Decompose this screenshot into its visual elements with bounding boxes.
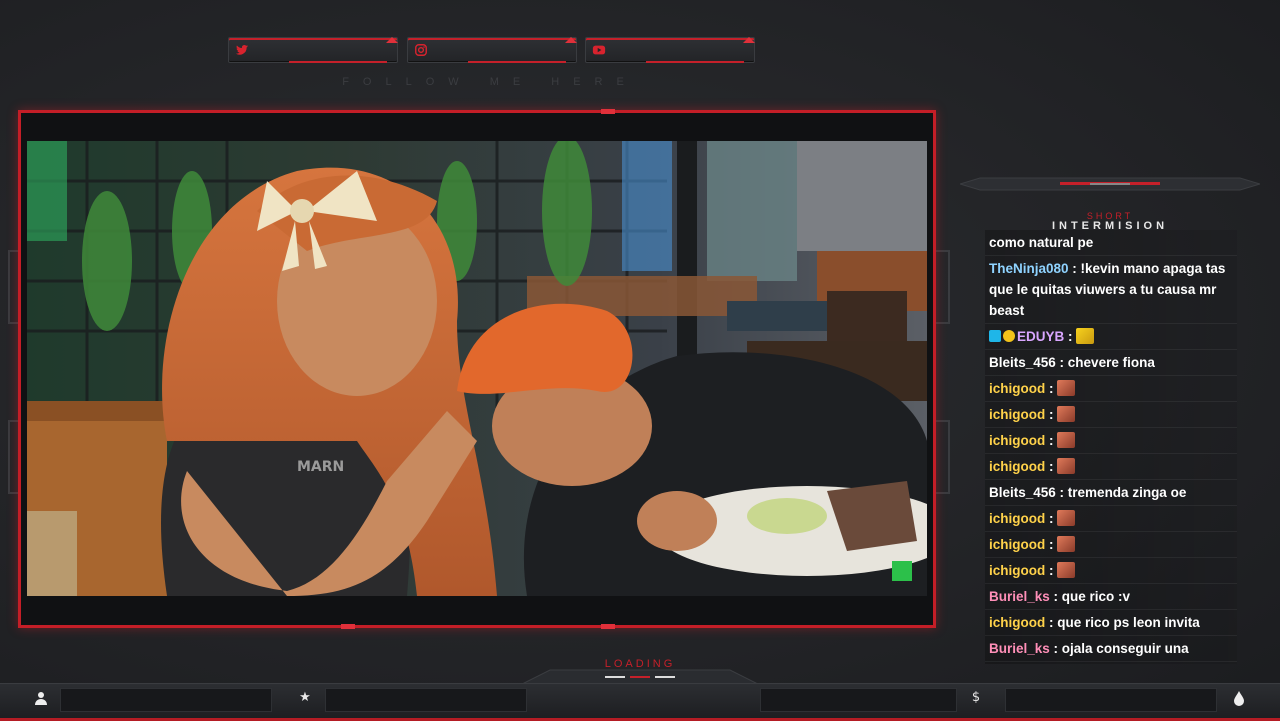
badge-icon [1003,330,1015,342]
drop-icon[interactable] [1231,690,1247,706]
chat-message: ichigood : [985,506,1237,532]
instagram-slot[interactable] [407,37,577,63]
frame-notch [341,624,355,629]
chat-separator: : [1049,589,1062,604]
slot-underline [646,61,744,63]
chat-text: que rico :v [1061,589,1131,604]
right-bracket [936,250,950,324]
chat-message: TheNinja080 : !kevin mano apaga tas que … [985,256,1237,324]
instagram-icon [415,44,427,56]
chat-message: Bleits_456 : a la firme [985,662,1237,664]
chat-text: ojala conseguir una [1061,641,1189,656]
chat-separator: : [1049,641,1062,656]
chat-separator: : [1045,381,1058,396]
chat-username[interactable]: Bleits_456 [989,355,1056,370]
twitter-icon [235,45,249,55]
chat-separator: : [1045,511,1058,526]
chat-username[interactable]: ichigood [989,407,1045,422]
right-bracket [936,420,950,494]
slot-notch [565,37,577,43]
frame-notch [601,624,615,629]
chat-message: EDUYB : [985,324,1237,350]
chat-username[interactable]: ichigood [989,537,1045,552]
chat-message: ichigood : [985,428,1237,454]
video-scene: MARN [27,141,927,596]
chat-text: como natural pe [989,235,1094,250]
chat-separator: : [1045,537,1058,552]
bottom-panel-right [760,688,957,712]
chat-username[interactable]: ichigood [989,459,1045,474]
slot-underline [468,61,566,63]
badge-icon [989,330,1001,342]
chat-panel[interactable]: como natural pe TheNinja080 : !kevin mano… [985,230,1237,664]
chat-message: Buriel_ks : ojala conseguir una [985,636,1237,662]
chat-separator: : [1045,563,1058,578]
chat-separator: : [1064,329,1077,344]
chat-message: ichigood : [985,532,1237,558]
chat-username[interactable]: EDUYB [1017,329,1064,344]
user-icon[interactable] [33,690,49,706]
face-emote [1057,406,1076,422]
chat-separator: : [1068,261,1081,276]
follow-me-label: FOLLOW ME HERE [342,76,638,88]
chat-message: ichigood : [985,376,1237,402]
chat-header-decoration [960,177,1260,191]
chat-message: Bleits_456 : chevere fiona [985,350,1237,376]
slot-underline [289,61,387,63]
chat-message: ichigood : [985,402,1237,428]
chat-message: ichigood : [985,454,1237,480]
chat-message: Buriel_ks : que rico :v [985,584,1237,610]
chat-separator: : [1045,407,1058,422]
chat-separator: : [1055,485,1068,500]
chat-username[interactable]: ichigood [989,563,1045,578]
chat-separator: : [1045,433,1058,448]
chat-username[interactable]: Buriel_ks [989,641,1050,656]
chat-text: chevere fiona [1067,355,1155,370]
bottom-panel-left [60,688,272,712]
video-content[interactable]: MARN [27,141,927,596]
youtube-slot[interactable] [585,37,755,63]
twitter-slot[interactable] [228,37,398,63]
chat-username[interactable]: Bleits_456 [989,485,1056,500]
bottom-panel-left2 [325,688,527,712]
yellow-emote [1076,328,1095,344]
chat-username[interactable]: TheNinja080 [989,261,1069,276]
chat-username[interactable]: ichigood [989,511,1045,526]
chat-username[interactable]: Buriel_ks [989,589,1050,604]
star-icon[interactable]: ★ [297,690,313,706]
face-emote [1057,380,1076,396]
video-frame: MARN [18,109,936,629]
face-emote [1057,432,1076,448]
chat-separator: : [1045,615,1058,630]
chat-username[interactable]: ichigood [989,615,1045,630]
chat-username[interactable]: ichigood [989,433,1045,448]
chat-text: que rico ps leon invita [1057,615,1200,630]
dollar-icon[interactable]: $ [968,690,984,706]
youtube-icon [592,45,606,55]
face-emote [1057,458,1076,474]
svg-text:MARN: MARN [297,459,344,475]
chat-message: Bleits_456 : tremenda zinga oe [985,480,1237,506]
chat-text: tremenda zinga oe [1067,485,1187,500]
slot-notch [743,37,755,43]
chat-message: ichigood : que rico ps leon invita [985,610,1237,636]
slot-notch [386,37,398,43]
chat-message: ichigood : [985,558,1237,584]
chat-separator: : [1045,459,1058,474]
face-emote [1057,510,1076,526]
chat-separator: : [1055,355,1068,370]
face-emote [1057,562,1076,578]
frame-notch [601,109,615,114]
chat-username[interactable]: ichigood [989,381,1045,396]
bottom-panel-right2 [1005,688,1217,712]
chat-message: como natural pe [985,230,1237,256]
face-emote [1057,536,1076,552]
